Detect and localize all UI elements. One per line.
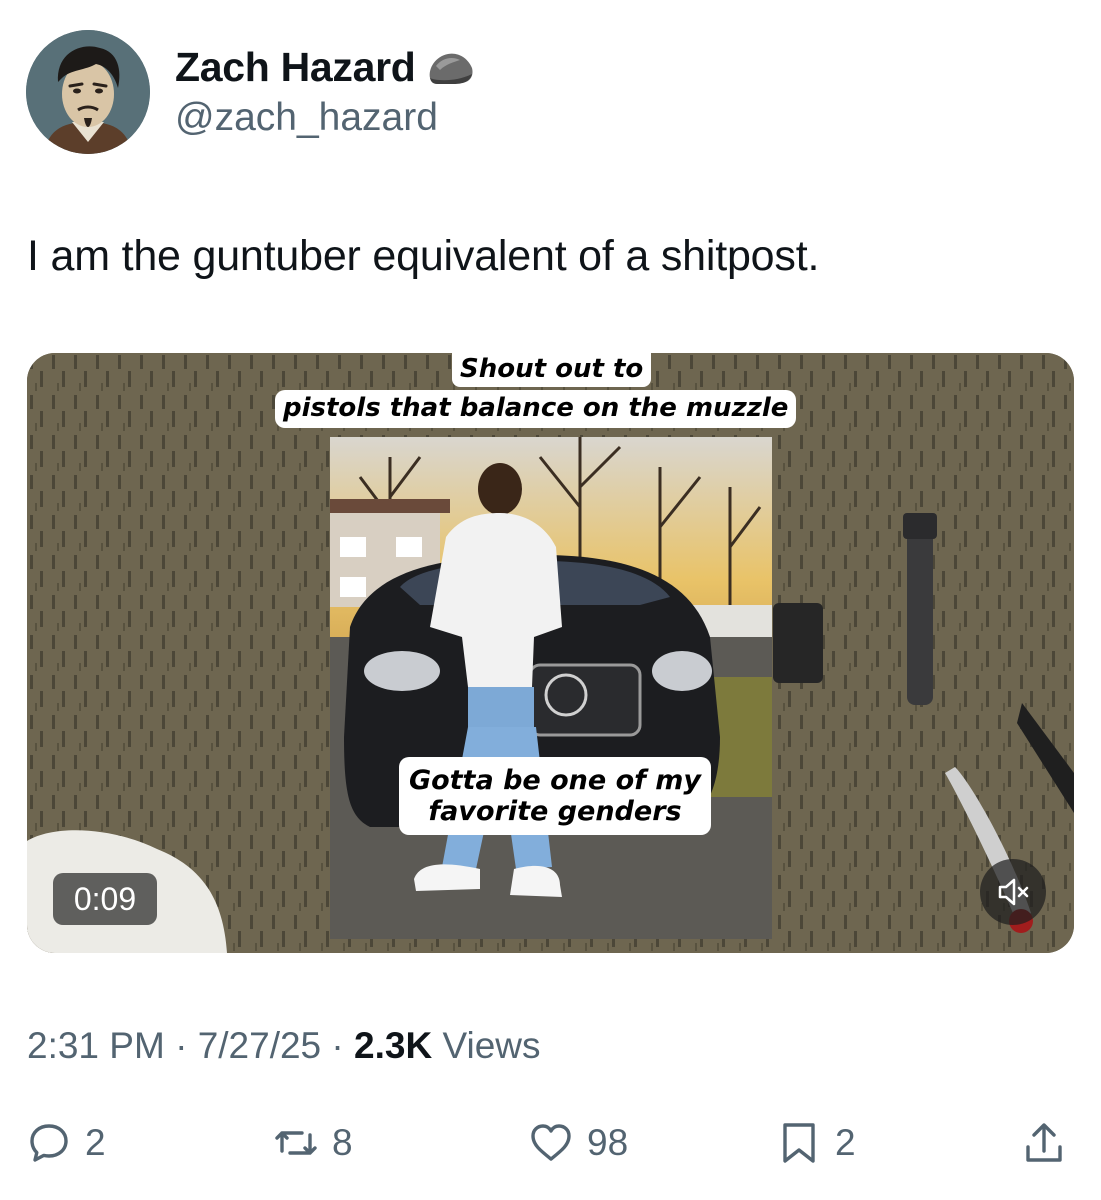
video-player[interactable]: Shout out to pistols that balance on the… (27, 353, 1074, 953)
repost-icon (275, 1131, 317, 1155)
reply-button[interactable]: 2 (27, 1113, 106, 1173)
action-bar: 2 8 98 2 (27, 1113, 1077, 1173)
tweet-date[interactable]: 7/27/25 (198, 1025, 321, 1066)
tweet-text: I am the guntuber equivalent of a shitpo… (27, 232, 820, 280)
avatar[interactable] (26, 30, 150, 154)
bookmark-icon (783, 1123, 815, 1163)
meta-separator: · (175, 1025, 188, 1066)
share-icon (1026, 1123, 1062, 1162)
rock-icon (426, 48, 476, 88)
caption-bottom: Gotta be one of my favorite genders (399, 757, 711, 836)
author-display-name[interactable]: Zach Hazard (175, 44, 416, 91)
bookmark-button[interactable]: 2 (777, 1113, 856, 1173)
author-handle[interactable]: @zach_hazard (175, 96, 438, 140)
meme-photo (330, 437, 772, 939)
caption-top-line1: Shout out to (452, 353, 652, 387)
views-label: Views (442, 1025, 541, 1066)
tweet-meta: 2:31 PM · 7/27/25 · 2.3K Views (27, 1025, 541, 1067)
volume-muted-icon (998, 878, 1029, 906)
video-duration-badge: 0:09 (53, 873, 157, 925)
meta-separator: · (331, 1025, 344, 1066)
like-button[interactable]: 98 (529, 1113, 628, 1173)
like-count: 98 (587, 1122, 629, 1163)
caption-top-line2: pistols that balance on the muzzle (275, 390, 797, 428)
mute-button[interactable] (980, 859, 1046, 925)
share-button[interactable] (1022, 1113, 1066, 1173)
repost-count: 8 (332, 1122, 353, 1163)
views-count: 2.3K (354, 1025, 433, 1066)
reply-icon (30, 1124, 68, 1162)
author-name-row: Zach Hazard (175, 44, 476, 91)
bookmark-count: 2 (835, 1122, 856, 1163)
repost-button[interactable]: 8 (274, 1113, 353, 1173)
heart-icon (531, 1124, 571, 1161)
tweet-time[interactable]: 2:31 PM (27, 1025, 165, 1066)
reply-count: 2 (85, 1122, 106, 1163)
